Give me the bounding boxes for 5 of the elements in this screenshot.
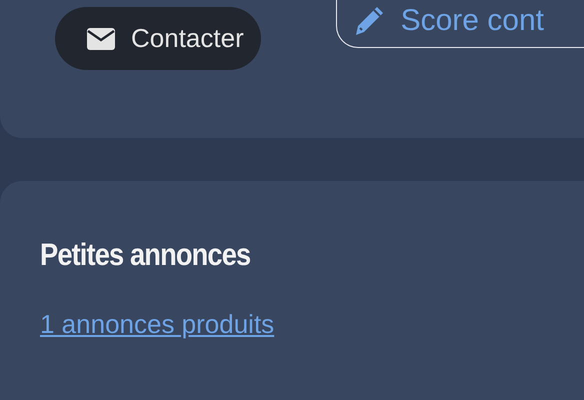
envelope-icon bbox=[87, 28, 115, 50]
listings-link[interactable]: 1 annonces produits bbox=[40, 309, 274, 340]
contact-button[interactable]: Contacter bbox=[55, 7, 261, 70]
section-title: Petites annonces bbox=[40, 237, 252, 273]
score-button[interactable]: Score cont bbox=[336, 0, 584, 48]
